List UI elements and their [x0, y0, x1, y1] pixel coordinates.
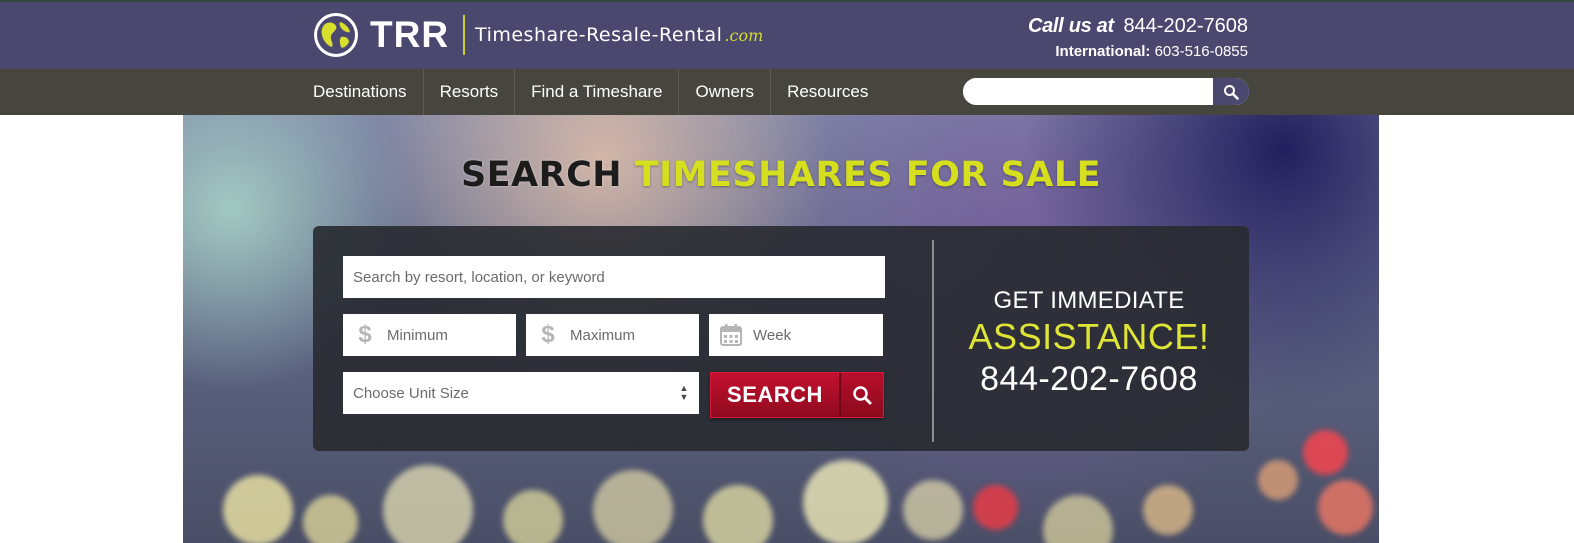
search-button[interactable]: SEARCH — [710, 372, 884, 418]
main-nav-bar: Destinations Resorts Find a Timeshare Ow… — [0, 69, 1574, 115]
hero-title: SEARCH TIMESHARES FOR SALE — [183, 155, 1379, 195]
keyword-input[interactable] — [353, 256, 885, 298]
call-label: Call us at — [1027, 15, 1114, 37]
min-price-input[interactable] — [387, 314, 516, 356]
international-number[interactable]: 603-516-0855 — [1155, 43, 1248, 60]
header-search-button[interactable] — [1213, 78, 1249, 105]
call-line: Call us at 844-202-7608 — [1028, 14, 1248, 38]
hero-title-part1: SEARCH — [460, 155, 623, 195]
bokeh-light — [593, 470, 673, 543]
keyword-field — [343, 256, 885, 298]
nav-item-destinations[interactable]: Destinations — [297, 69, 424, 115]
nav-item-find-a-timeshare[interactable]: Find a Timeshare — [515, 69, 680, 115]
nav-item-resources[interactable]: Resources — [771, 69, 884, 115]
international-label: International: — [1055, 43, 1151, 60]
nav-item-resorts[interactable]: Resorts — [424, 69, 516, 115]
site-name: Timeshare-Resale-Rental — [475, 24, 723, 46]
select-arrows-icon: ▲ ▼ — [679, 383, 689, 402]
top-header: TRR Timeshare-Resale-Rental .com Call us… — [0, 0, 1574, 69]
bokeh-light — [1258, 460, 1298, 500]
bokeh-light — [383, 465, 473, 543]
bokeh-light — [903, 480, 963, 540]
contact-info: Call us at 844-202-7608 International: 6… — [1028, 14, 1248, 64]
header-search-input[interactable] — [963, 78, 1213, 105]
calendar-icon — [709, 323, 753, 347]
hero-title-part2: TIMESHARES FOR SALE — [634, 155, 1102, 195]
international-line: International: 603-516-0855 — [1028, 40, 1248, 64]
hero-banner: SEARCH TIMESHARES FOR SALE $ $ — [183, 115, 1379, 543]
logo-wordmark: TRR — [370, 14, 450, 55]
search-icon — [839, 373, 883, 417]
search-button-label: SEARCH — [711, 373, 839, 417]
globe-icon — [314, 13, 358, 57]
assistance-block: GET IMMEDIATE ASSISTANCE! 844-202-7608 — [944, 286, 1234, 400]
min-price-field: $ — [343, 314, 516, 356]
search-panel: $ $ — [313, 226, 1249, 451]
panel-divider — [932, 240, 934, 442]
max-price-field: $ — [526, 314, 699, 356]
bokeh-light — [703, 485, 773, 543]
bokeh-light — [803, 460, 888, 543]
bokeh-light — [1303, 430, 1348, 475]
bokeh-light — [303, 495, 358, 543]
bokeh-light — [1143, 485, 1193, 535]
main-nav: Destinations Resorts Find a Timeshare Ow… — [297, 69, 884, 115]
assist-phone[interactable]: 844-202-7608 — [944, 358, 1234, 400]
dollar-icon: $ — [358, 321, 372, 348]
max-price-input[interactable] — [570, 314, 699, 356]
assist-line2: ASSISTANCE! — [968, 316, 1210, 357]
bokeh-light — [1318, 480, 1373, 535]
bokeh-light — [1043, 495, 1113, 543]
unit-size-value: Choose Unit Size — [353, 384, 469, 402]
week-input[interactable] — [753, 314, 883, 356]
search-icon — [1224, 84, 1239, 100]
bokeh-light — [503, 490, 563, 543]
logo-divider — [463, 15, 466, 55]
call-number[interactable]: 844-202-7608 — [1123, 15, 1248, 37]
bokeh-light — [223, 475, 293, 543]
site-tld: .com — [724, 25, 764, 45]
header-search — [963, 78, 1249, 105]
dollar-icon: $ — [541, 321, 555, 348]
unit-size-select[interactable]: Choose Unit Size ▲ ▼ — [343, 372, 699, 414]
assist-line1: GET IMMEDIATE — [993, 287, 1185, 314]
site-logo[interactable]: TRR Timeshare-Resale-Rental .com — [314, 13, 763, 57]
week-field — [709, 314, 883, 356]
bokeh-light — [973, 485, 1018, 530]
nav-item-owners[interactable]: Owners — [679, 69, 772, 115]
